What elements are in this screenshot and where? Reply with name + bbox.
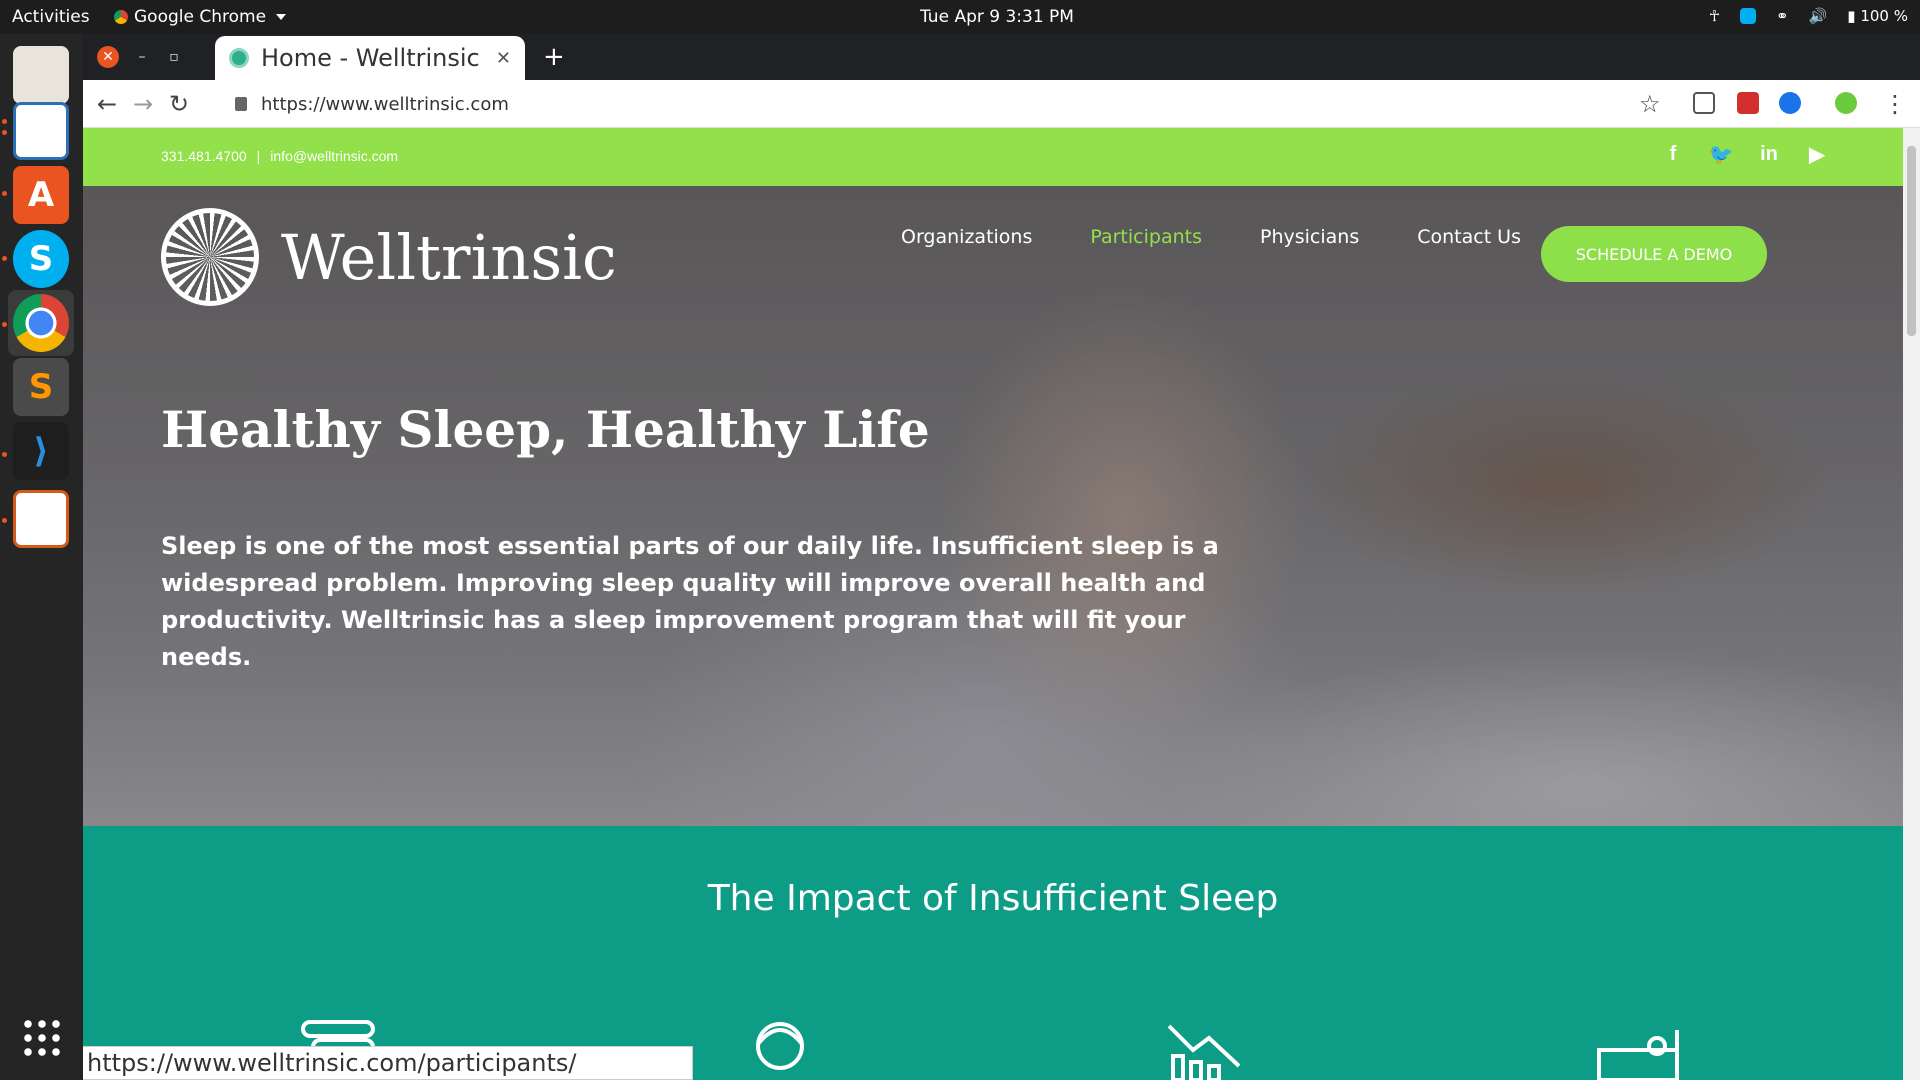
social-links: f 🐦 in ▶	[1661, 142, 1829, 166]
chrome-menu-icon[interactable]: ⋮	[1883, 90, 1907, 118]
app-grid-icon	[21, 1017, 61, 1057]
cors-extension-icon[interactable]	[1737, 92, 1759, 114]
window-minimize-icon[interactable]: –	[131, 46, 153, 68]
writer-icon	[13, 102, 69, 160]
running-indicator	[2, 191, 7, 196]
chrome-small-icon	[114, 10, 128, 24]
network-icon[interactable]: ⚭	[1776, 7, 1789, 25]
dock-writer[interactable]	[8, 98, 74, 164]
running-indicator	[2, 256, 7, 261]
nav-physicians[interactable]: Physicians	[1260, 226, 1359, 248]
tab-strip: ✕ – ▫ Home - Welltrinsic ✕ +	[83, 34, 1920, 80]
battery-icon: ▮	[1847, 7, 1856, 25]
dock-sublime[interactable]: S	[8, 354, 74, 420]
impact-title: The Impact of Insufficient Sleep	[707, 878, 1279, 919]
contact-info: 331.481.4700 | info@welltrinsic.com	[161, 148, 398, 164]
hero-headline: Healthy Sleep, Healthy Life	[161, 400, 930, 459]
dock-skype[interactable]: S	[8, 226, 74, 292]
twitter-icon[interactable]: 🐦	[1709, 142, 1734, 166]
facebook-icon[interactable]: f	[1661, 142, 1685, 166]
running-indicator	[2, 130, 7, 135]
bed-icon	[1597, 1030, 1679, 1080]
main-nav: Organizations Participants Physicians Co…	[901, 226, 1521, 248]
nav-organizations[interactable]: Organizations	[901, 226, 1032, 248]
schedule-demo-button[interactable]: SCHEDULE A DEMO	[1541, 226, 1767, 282]
impress-icon	[13, 490, 69, 548]
status-url-bubble: https://www.welltrinsic.com/participants…	[83, 1046, 693, 1080]
site-favicon-icon	[229, 48, 249, 68]
software-center-icon: A	[13, 166, 69, 224]
profile-icon[interactable]	[1835, 92, 1857, 114]
app-menu-label: Google Chrome	[134, 7, 267, 27]
contact-separator: |	[256, 148, 261, 164]
welltrinsic-logo-icon	[161, 208, 259, 306]
files-icon	[13, 46, 69, 104]
nav-contact-us[interactable]: Contact Us	[1417, 226, 1521, 248]
accessibility-icon[interactable]: ☥	[1709, 7, 1720, 25]
address-url: https://www.welltrinsic.com	[261, 93, 509, 115]
reload-icon[interactable]: ↻	[169, 90, 189, 118]
skype-icon: S	[13, 230, 69, 288]
impact-section: The Impact of Insufficient Sleep	[83, 826, 1903, 1080]
running-indicator	[2, 119, 7, 124]
person-head-icon	[756, 1022, 804, 1070]
address-bar[interactable]: https://www.welltrinsic.com	[225, 86, 1805, 122]
system-top-bar: Activities Google Chrome Tue Apr 9 3:31 …	[0, 0, 1920, 34]
battery-level: 100 %	[1860, 7, 1908, 25]
nav-participants[interactable]: Participants	[1090, 226, 1202, 248]
window-restore-icon[interactable]: ▫	[163, 46, 185, 68]
show-applications-button[interactable]	[8, 1004, 74, 1070]
browser-toolbar: ← → ↻ https://www.welltrinsic.com ☆ ⋮	[83, 80, 1920, 128]
lock-icon	[235, 97, 247, 111]
chevron-down-icon	[276, 14, 287, 20]
dock: A S S ⟩	[0, 34, 83, 1080]
tab-close-icon[interactable]: ✕	[496, 48, 511, 69]
contact-strip: 331.481.4700 | info@welltrinsic.com f 🐦 …	[83, 128, 1903, 186]
dock-chrome[interactable]	[8, 290, 74, 356]
tab-title: Home - Welltrinsic	[261, 44, 480, 72]
browser-window: ✕ – ▫ Home - Welltrinsic ✕ + ← → ↻ https…	[83, 34, 1920, 1080]
chrome-icon	[13, 294, 69, 352]
page-viewport: 331.481.4700 | info@welltrinsic.com f 🐦 …	[83, 128, 1903, 1080]
battery-indicator[interactable]: ▮ 100 %	[1847, 7, 1908, 25]
phone-link[interactable]: 331.481.4700	[161, 148, 247, 164]
hero-section: Welltrinsic Organizations Participants P…	[83, 186, 1903, 826]
logo-wordmark: Welltrinsic	[281, 220, 617, 294]
hero-lead: Sleep is one of the most essential parts…	[161, 532, 1219, 671]
sublime-text-icon: S	[13, 358, 69, 416]
running-indicator	[2, 322, 7, 327]
bookmark-star-icon[interactable]: ☆	[1639, 90, 1661, 118]
back-icon[interactable]: ←	[97, 90, 117, 118]
new-tab-icon[interactable]: +	[543, 42, 565, 72]
scrollbar-thumb[interactable]	[1907, 146, 1916, 336]
extension-icon[interactable]	[1779, 92, 1801, 114]
running-indicator	[2, 518, 7, 523]
extension-icon[interactable]	[1693, 92, 1715, 114]
page-scrollbar[interactable]	[1903, 128, 1920, 1080]
forward-icon[interactable]: →	[133, 90, 153, 118]
declining-chart-icon	[1167, 1024, 1241, 1080]
site-logo[interactable]: Welltrinsic	[161, 208, 617, 306]
youtube-icon[interactable]: ▶	[1805, 142, 1829, 166]
activities-button[interactable]: Activities	[12, 7, 90, 27]
volume-icon[interactable]: 🔊	[1809, 7, 1828, 25]
clock[interactable]: Tue Apr 9 3:31 PM	[920, 7, 1074, 27]
running-indicator	[2, 452, 7, 457]
system-tray[interactable]: ☥ ⚭ 🔊 ▮ 100 %	[1709, 7, 1908, 25]
app-menu[interactable]: Google Chrome	[114, 7, 287, 27]
vscode-icon: ⟩	[13, 422, 69, 480]
dock-software-center[interactable]: A	[8, 162, 74, 228]
linkedin-icon[interactable]: in	[1757, 142, 1781, 166]
window-close-icon[interactable]: ✕	[97, 46, 119, 68]
dock-impress[interactable]	[8, 486, 74, 552]
dock-vscode[interactable]: ⟩	[8, 418, 74, 484]
skype-tray-icon[interactable]	[1740, 8, 1757, 24]
email-link[interactable]: info@welltrinsic.com	[270, 148, 398, 164]
tab-home[interactable]: Home - Welltrinsic ✕	[215, 36, 525, 80]
